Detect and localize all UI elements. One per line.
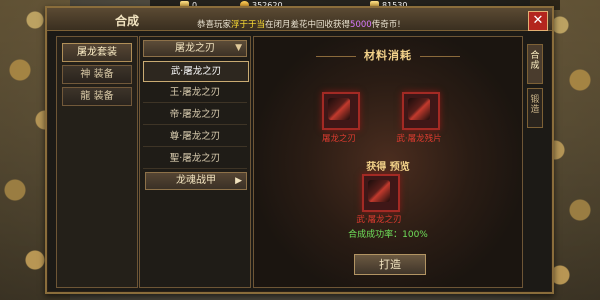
- close-button[interactable]: ✕: [528, 11, 548, 31]
- category-dragon-gear[interactable]: 龍 装备: [62, 87, 132, 106]
- result-name: 武·屠龙之刃: [356, 215, 402, 225]
- fragment-icon: [408, 98, 430, 120]
- result-slot[interactable]: [362, 174, 400, 212]
- item-list-panel: 屠龙之刃 ▼ 武·屠龙之刃 王·屠龙之刃 帝·屠龙之刃 尊·屠龙之刃 聖·屠龙之…: [139, 36, 251, 288]
- material-name-1: 屠龙之刃: [321, 134, 356, 144]
- chevron-right-icon: ▶: [235, 176, 242, 186]
- sword-icon: [368, 180, 390, 202]
- materials-title: 材料消耗: [254, 47, 522, 63]
- tab-synthesis[interactable]: 合成: [527, 44, 543, 84]
- material-slot-2[interactable]: [402, 92, 440, 130]
- success-rate: 合成成功率：100%: [348, 230, 428, 240]
- craft-area: 材料消耗 屠龙之刃 武·屠龙残片 获得 预览 武·屠龙之刃 合成成功率：100%…: [253, 36, 523, 288]
- material-slot-1[interactable]: [322, 92, 360, 130]
- obtain-preview-label: 获得 预览: [366, 162, 410, 173]
- category-dragon-set[interactable]: 屠龙套装: [62, 43, 132, 62]
- sword-icon: [328, 98, 350, 120]
- ticker-player: 浮于于当: [231, 20, 266, 30]
- announcement-ticker: 恭喜玩家浮于于当在闭月羞花中回收获得5000传奇币!: [197, 20, 401, 30]
- forge-button[interactable]: 打造: [354, 254, 426, 275]
- category-panel: 屠龙套装 神 装备 龍 装备: [56, 36, 138, 288]
- ticker-amount: 5000: [350, 20, 372, 30]
- synthesis-window: 合成 ✕ 恭喜玩家浮于于当在闭月羞花中回收获得5000传奇币! 屠龙套装 神 装…: [45, 6, 554, 294]
- category-god-gear[interactable]: 神 装备: [62, 65, 132, 84]
- dragon-soul-armor-button[interactable]: 龙魂战甲 ▶: [145, 172, 247, 190]
- list-item-zun[interactable]: 尊·屠龙之刃: [143, 127, 247, 147]
- material-name-2: 武·屠龙残片: [396, 134, 442, 144]
- item-list-header[interactable]: 屠龙之刃 ▼: [143, 40, 247, 57]
- tab-forge[interactable]: 锻造: [527, 88, 543, 128]
- list-item-wu[interactable]: 武·屠龙之刃: [143, 61, 249, 82]
- list-item-di[interactable]: 帝·屠龙之刃: [143, 105, 247, 125]
- chevron-down-icon: ▼: [235, 43, 242, 53]
- list-item-sheng[interactable]: 聖·屠龙之刃: [143, 149, 247, 169]
- window-title: 合成: [115, 14, 140, 28]
- list-item-wang[interactable]: 王·屠龙之刃: [143, 83, 247, 103]
